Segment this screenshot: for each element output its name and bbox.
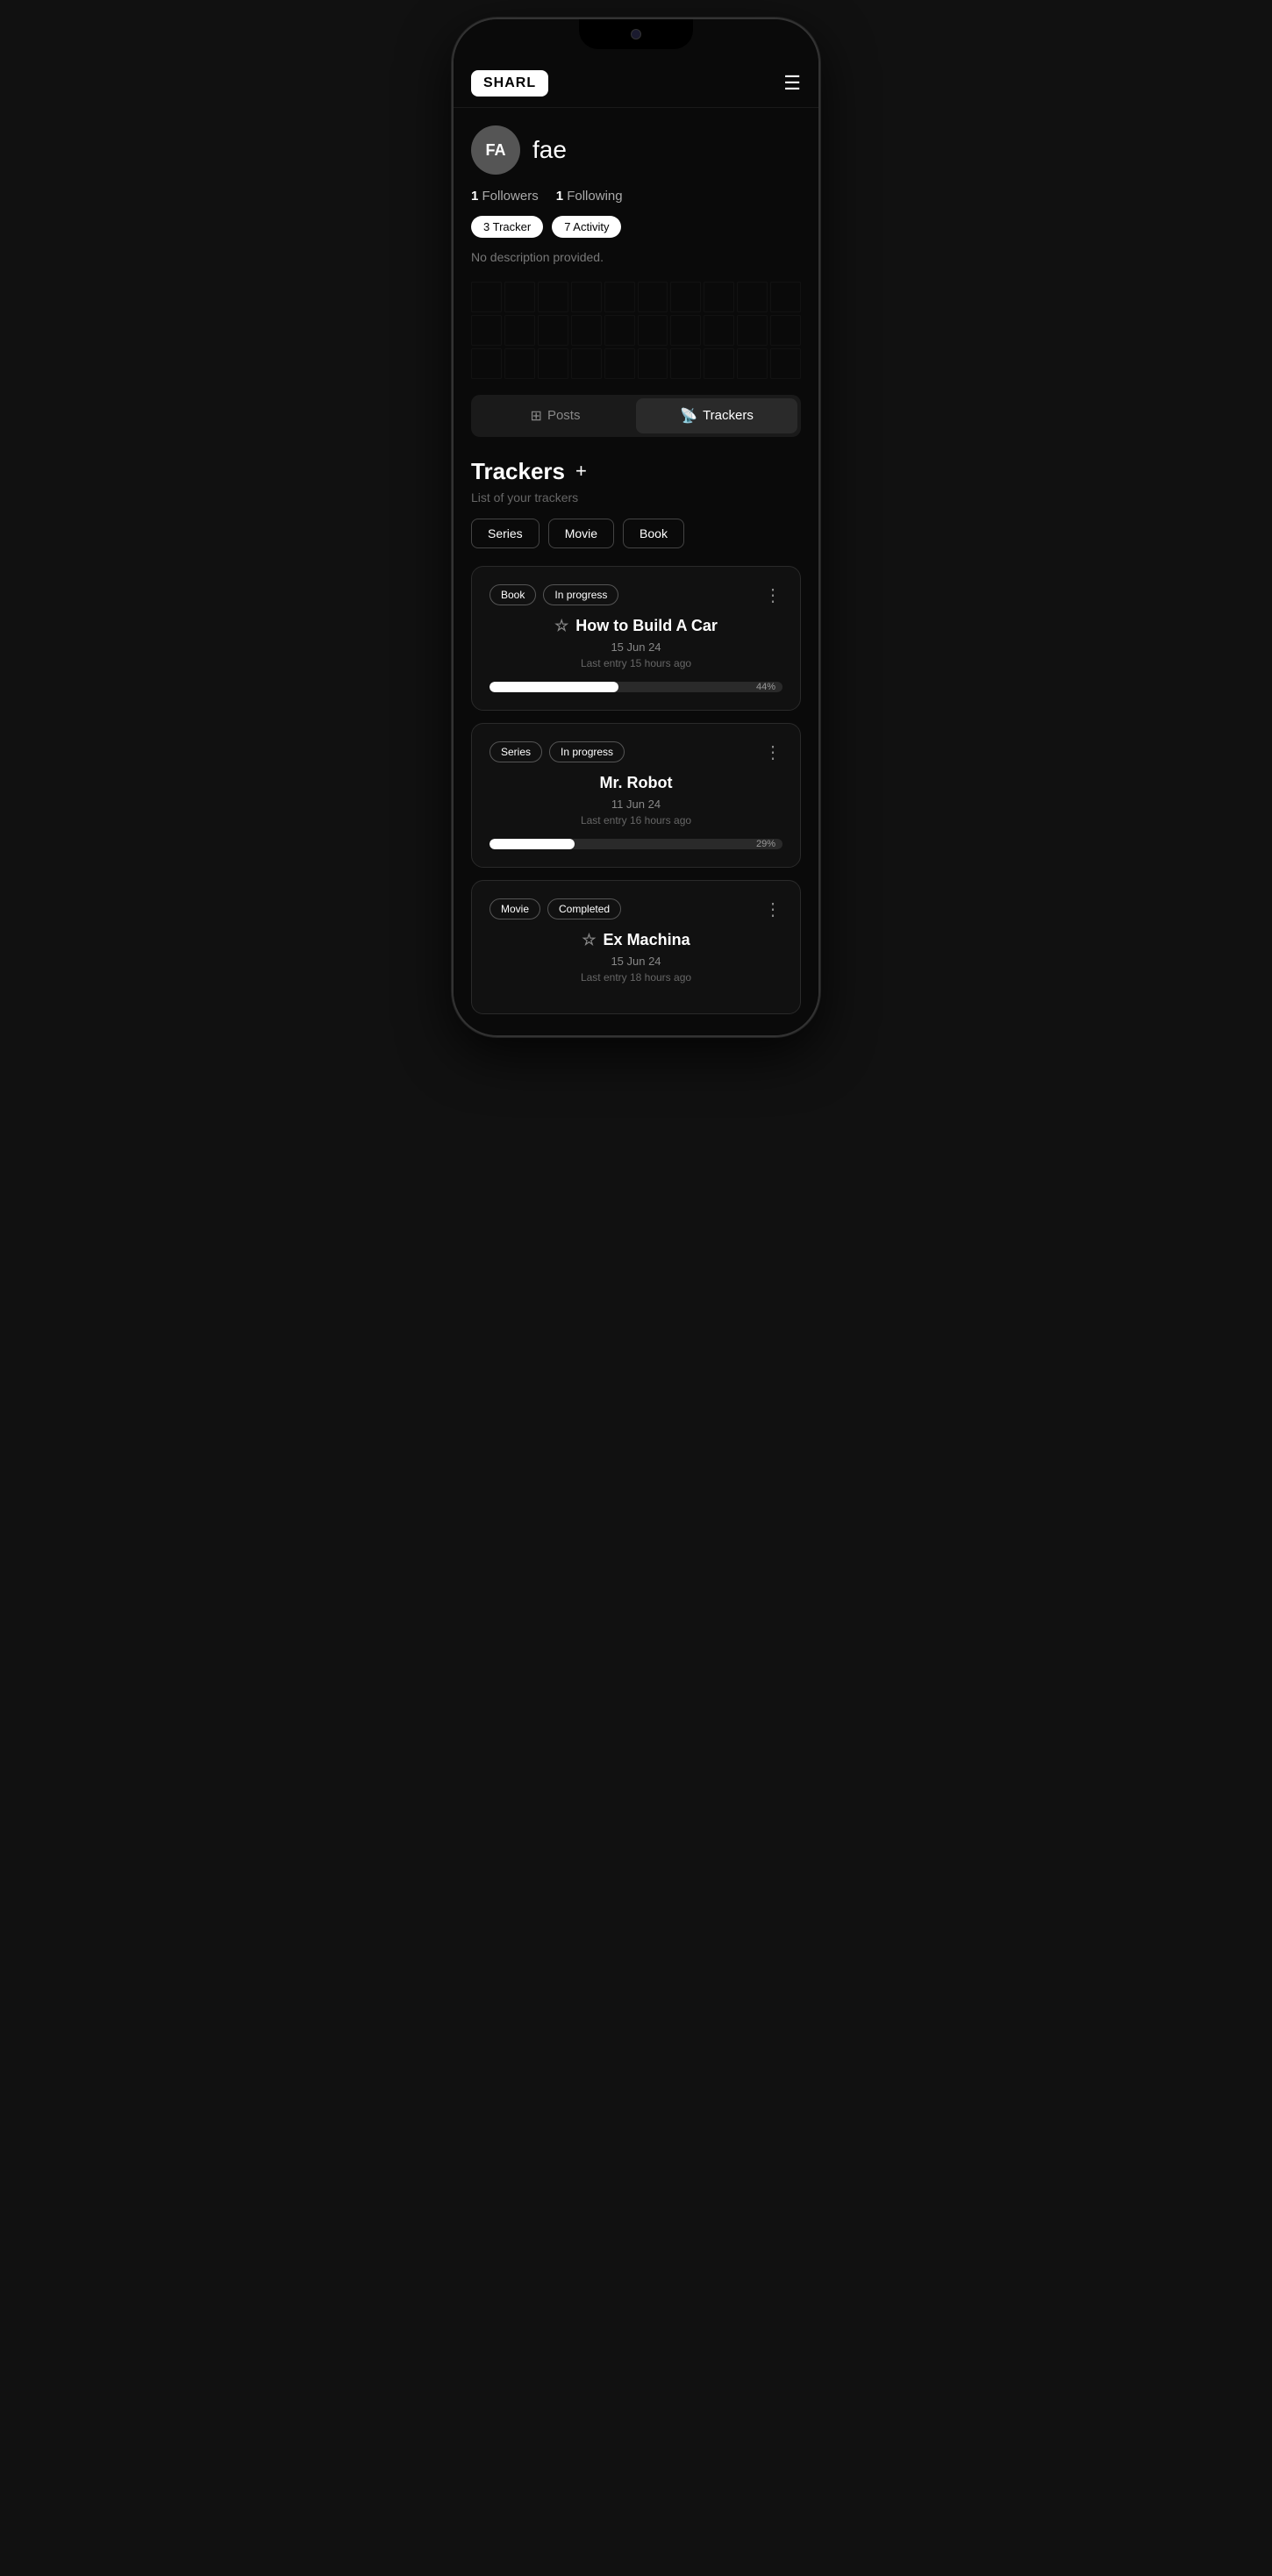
status-tag-0: In progress — [543, 584, 618, 605]
more-options-1[interactable]: ⋮ — [764, 741, 782, 763]
stat-badges: 3 Tracker 7 Activity — [471, 216, 801, 238]
type-tag-2: Movie — [490, 898, 540, 919]
card-title-2: ☆ Ex Machina — [490, 931, 782, 949]
main-content: FA fae 1 Followers 1 Following 3 Tracker… — [454, 108, 818, 1035]
card-date-0: 15 Jun 24 — [490, 640, 782, 654]
section-subtitle: List of your trackers — [471, 490, 801, 504]
tab-trackers[interactable]: 📡 Trackers — [636, 398, 797, 433]
card-header-2: Movie Completed ⋮ — [490, 898, 782, 920]
tracker-card-1: Series In progress ⋮ Mr. Robot 11 Jun 24… — [471, 723, 801, 868]
notch — [579, 19, 693, 49]
tracker-card-0: Book In progress ⋮ ☆ How to Build A Car … — [471, 566, 801, 711]
type-tag-0: Book — [490, 584, 536, 605]
card-last-entry-0: Last entry 15 hours ago — [490, 657, 782, 669]
card-title-0: ☆ How to Build A Car — [490, 617, 782, 635]
card-date-1: 11 Jun 24 — [490, 798, 782, 811]
status-bar — [454, 19, 818, 63]
filter-series[interactable]: Series — [471, 519, 540, 548]
more-options-0[interactable]: ⋮ — [764, 584, 782, 606]
following-stat[interactable]: 1 Following — [556, 189, 623, 204]
status-tag-1: In progress — [549, 741, 625, 762]
section-title: Trackers — [471, 458, 565, 485]
status-tag-2: Completed — [547, 898, 621, 919]
menu-icon[interactable]: ☰ — [783, 74, 801, 93]
tab-posts[interactable]: ⊞ Posts — [475, 398, 636, 433]
more-options-2[interactable]: ⋮ — [764, 898, 782, 920]
profile-section: FA fae — [471, 125, 801, 175]
tab-trackers-label: Trackers — [703, 408, 754, 423]
phone-frame: SHARL ☰ FA fae 1 Followers 1 Following 3… — [452, 18, 820, 1037]
tab-posts-label: Posts — [547, 408, 581, 423]
card-date-2: 15 Jun 24 — [490, 955, 782, 968]
add-tracker-button[interactable]: + — [575, 462, 587, 481]
activity-badge[interactable]: 7 Activity — [552, 216, 621, 238]
follow-stats: 1 Followers 1 Following — [471, 189, 801, 204]
camera-icon — [631, 29, 641, 39]
progress-fill-0 — [490, 682, 618, 692]
filter-pills: Series Movie Book — [471, 519, 801, 548]
trackers-icon: 📡 — [680, 407, 697, 425]
filter-movie[interactable]: Movie — [548, 519, 614, 548]
activity-grid — [471, 282, 801, 379]
card-last-entry-2: Last entry 18 hours ago — [490, 971, 782, 984]
avatar: FA — [471, 125, 520, 175]
tracker-badge[interactable]: 3 Tracker — [471, 216, 543, 238]
card-header-1: Series In progress ⋮ — [490, 741, 782, 763]
app-logo: SHARL — [471, 70, 548, 97]
card-tags-0: Book In progress — [490, 584, 618, 605]
card-title-1: Mr. Robot — [490, 774, 782, 792]
progress-fill-1 — [490, 839, 575, 849]
filter-book[interactable]: Book — [623, 519, 684, 548]
posts-icon: ⊞ — [531, 407, 542, 425]
progress-label-1: 29% — [756, 839, 775, 849]
tab-bar: ⊞ Posts 📡 Trackers — [471, 395, 801, 437]
star-icon-0[interactable]: ☆ — [554, 617, 568, 635]
section-header: Trackers + — [471, 458, 801, 485]
star-icon-2[interactable]: ☆ — [582, 931, 596, 949]
card-header-0: Book In progress ⋮ — [490, 584, 782, 606]
profile-description: No description provided. — [471, 250, 801, 264]
card-last-entry-1: Last entry 16 hours ago — [490, 814, 782, 826]
type-tag-1: Series — [490, 741, 542, 762]
tracker-card-2: Movie Completed ⋮ ☆ Ex Machina 15 Jun 24… — [471, 880, 801, 1014]
card-tags-2: Movie Completed — [490, 898, 621, 919]
followers-stat[interactable]: 1 Followers — [471, 189, 539, 204]
progress-bar-1: 29% — [490, 839, 782, 849]
progress-label-0: 44% — [756, 682, 775, 692]
username: fae — [532, 136, 567, 164]
progress-bar-0: 44% — [490, 682, 782, 692]
card-tags-1: Series In progress — [490, 741, 625, 762]
header-bar: SHARL ☰ — [454, 63, 818, 108]
